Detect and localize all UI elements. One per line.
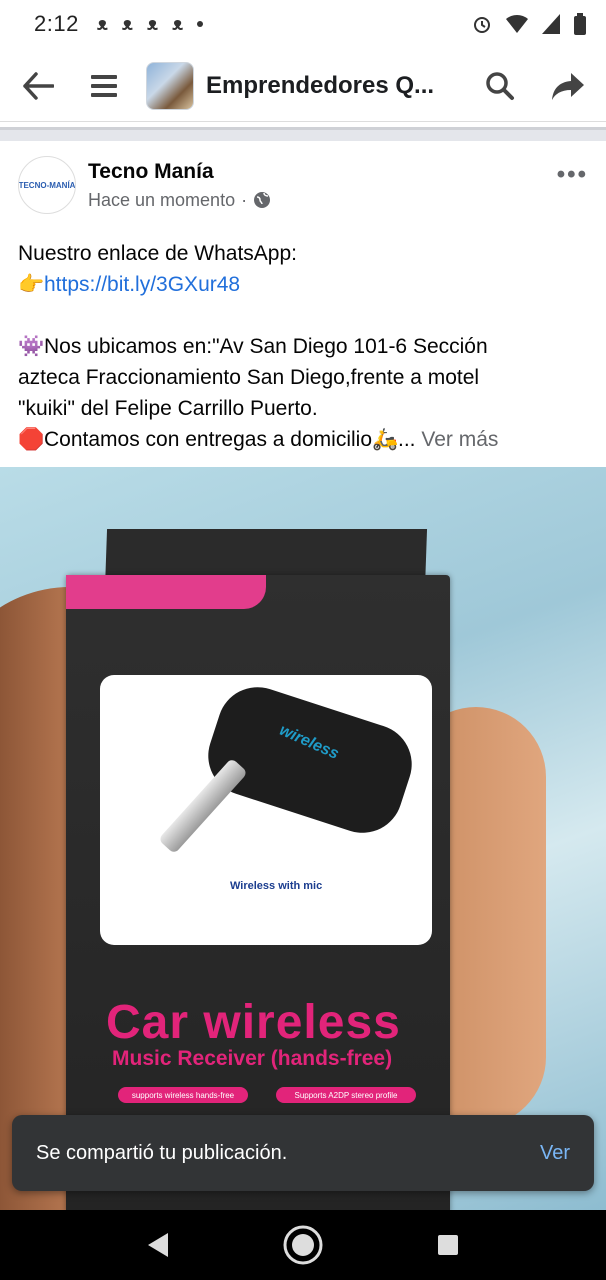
pointing-hand-emoji: 👉	[18, 273, 45, 296]
status-bar: 2:12 ᴥ ᴥ ᴥ ᴥ	[0, 0, 606, 48]
location-text-cont: azteca Fraccionamiento San Diego,frente …	[18, 366, 480, 389]
meta-separator: ·	[241, 189, 248, 210]
group-thumbnail[interactable]	[146, 61, 194, 110]
box-subheadline: Music Receiver (hands-free)	[112, 1047, 393, 1070]
bird-icon: ᴥ	[172, 13, 184, 34]
search-button[interactable]	[480, 66, 520, 106]
triangle-back-icon[interactable]	[147, 1232, 169, 1258]
avatar-logo-text: TECNO-MANÍA	[18, 180, 76, 190]
group-title[interactable]: Emprendedores Q...	[206, 72, 460, 100]
dongle-label: wireless	[276, 721, 342, 763]
box-headline: Car wireless	[106, 996, 401, 1049]
post-meta: Hace un momento ·	[88, 190, 271, 211]
location-text-cont2: "kuiki" del Felipe Carrillo Puerto.	[18, 397, 318, 420]
scooter-emoji: 🛵	[372, 428, 399, 451]
notification-icons: ᴥ ᴥ ᴥ ᴥ	[96, 13, 204, 35]
square-recents-icon[interactable]	[437, 1234, 459, 1256]
wifi-icon	[506, 14, 528, 33]
post-photo[interactable]: wireless Wireless with mic Car wireless …	[0, 467, 606, 1212]
post-options-button[interactable]: •••	[557, 161, 588, 189]
ellipsis: ...	[398, 428, 416, 451]
circle-home-icon[interactable]	[282, 1224, 324, 1266]
audio-jack	[158, 757, 248, 855]
whatsapp-link[interactable]: https://bit.ly/3GXur48	[44, 273, 240, 296]
bird-icon: ᴥ	[96, 13, 108, 34]
snackbar-view-button[interactable]: Ver	[540, 1142, 570, 1165]
snackbar-message: Se compartió tu publicación.	[36, 1141, 288, 1164]
bird-icon: ᴥ	[121, 13, 133, 34]
post-author[interactable]: Tecno Manía	[88, 160, 271, 184]
arrow-left-icon	[23, 71, 54, 100]
share-icon	[552, 72, 584, 100]
globe-icon	[254, 192, 271, 208]
search-icon	[486, 71, 514, 100]
alien-emoji: 👾	[18, 335, 45, 358]
battery-icon	[574, 13, 586, 35]
status-time: 2:12	[34, 11, 79, 36]
app-header: Emprendedores Q...	[0, 50, 606, 122]
box-feature-pill: Supports A2DP stereo profile	[276, 1087, 416, 1103]
box-pink-tab	[66, 575, 266, 609]
hamburger-icon	[91, 74, 117, 97]
share-button[interactable]	[548, 66, 588, 106]
more-notifications-dot	[197, 21, 204, 27]
signal-icon	[542, 14, 560, 34]
status-right-icons	[472, 13, 586, 35]
menu-button[interactable]	[84, 66, 124, 106]
post-body: Nuestro enlace de WhatsApp: 👉https://bit…	[18, 238, 588, 455]
post-text-line: Nuestro enlace de WhatsApp:	[18, 242, 297, 265]
see-more-link[interactable]: Ver más	[421, 428, 498, 451]
stop-sign-emoji: 🛑	[18, 428, 45, 451]
back-button[interactable]	[18, 66, 58, 106]
alarm-icon	[474, 17, 490, 33]
location-text: Nos ubicamos en:"Av San Diego 101-6 Secc…	[44, 335, 488, 358]
box-logo-caption: Wireless with mic	[230, 880, 323, 892]
section-divider	[0, 127, 606, 141]
avatar[interactable]: TECNO-MANÍA	[18, 156, 76, 214]
box-feature-pill: supports wireless hands-free	[118, 1087, 248, 1103]
system-nav-bar	[0, 1210, 606, 1280]
post-header: TECNO-MANÍA Tecno Manía Hace un momento …	[18, 150, 588, 220]
post-timestamp[interactable]: Hace un momento	[88, 190, 235, 211]
box-window: wireless Wireless with mic	[100, 675, 432, 945]
bird-icon: ᴥ	[146, 13, 159, 34]
delivery-text: Contamos con entregas a domicilio	[44, 428, 373, 451]
snackbar: Se compartió tu publicación. Ver	[12, 1115, 594, 1191]
